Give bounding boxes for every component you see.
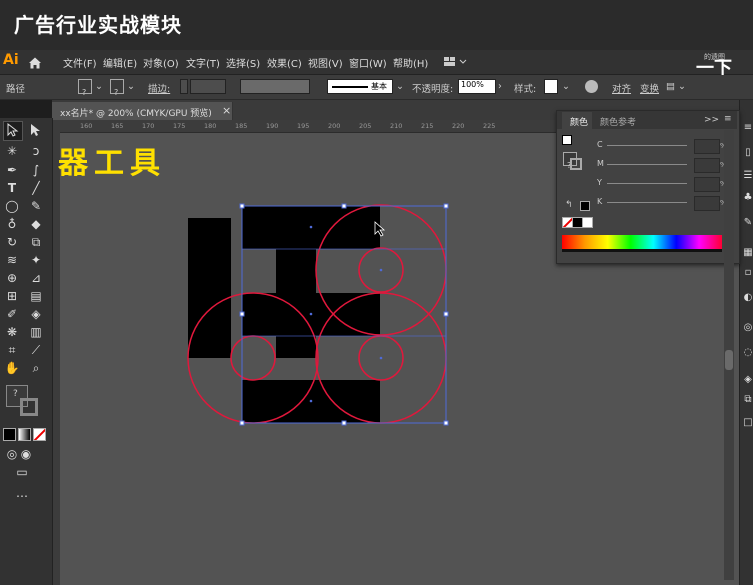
direct-selection-tool-icon[interactable] (28, 123, 42, 137)
color-guide-panel-icon[interactable]: ◎ (740, 320, 753, 336)
brushes-panel-icon[interactable]: ✎ (740, 215, 753, 231)
links-panel-icon[interactable]: □ (740, 415, 753, 431)
symbol-sprayer-icon[interactable]: ❋ (4, 324, 20, 340)
shape-builder-icon[interactable]: ⊕ (4, 270, 20, 286)
overlay-caption: 器工具 (58, 146, 166, 181)
channel-input-c[interactable] (694, 139, 720, 154)
symbols-panel-icon[interactable]: ♣ (740, 190, 753, 206)
column-graph-icon[interactable]: ▥ (28, 324, 44, 340)
ellipse-tool-icon[interactable]: ◯ (4, 198, 20, 214)
panel-options-icon[interactable]: ≡ (724, 114, 732, 124)
channel-slider-y[interactable] (607, 183, 687, 184)
white-quick-swatch[interactable] (582, 217, 593, 228)
hand-tool-icon[interactable]: ✋ (4, 360, 20, 376)
color-mode-icon[interactable] (3, 428, 16, 441)
properties-panel-icon[interactable]: ▯ (740, 145, 753, 161)
guide-circle[interactable] (230, 335, 276, 381)
slice-tool-icon[interactable]: ⟋ (28, 342, 44, 358)
magic-wand-icon[interactable]: ✳ (4, 143, 20, 159)
stroke-color-icon[interactable] (20, 398, 38, 416)
line-tool-icon[interactable]: ╱ (28, 180, 44, 196)
eyedropper-icon[interactable]: ✐ (4, 306, 20, 322)
libraries-panel-icon[interactable]: ☰ (740, 168, 753, 184)
transparency-panel-icon[interactable]: ◌ (740, 345, 753, 361)
scrollbar-thumb[interactable] (725, 350, 733, 370)
curvature-tool-icon[interactable]: ∫ (28, 162, 44, 178)
eraser-icon[interactable]: ◆ (28, 216, 44, 232)
channel-input-y[interactable] (694, 177, 720, 192)
selection-tool-icon[interactable] (5, 123, 19, 137)
edit-toolbar-icon[interactable]: ⋯ (14, 488, 30, 504)
scale-tool-icon[interactable]: ⧉ (28, 234, 44, 250)
channel-label-k: K (597, 197, 603, 206)
width-tool-icon[interactable]: ≋ (4, 252, 20, 268)
channel-label-m: M (597, 159, 604, 168)
pen-tool-icon[interactable]: ✒ (4, 162, 20, 178)
connector-shape[interactable] (276, 249, 316, 293)
lasso-icon[interactable]: ↄ (28, 143, 44, 159)
channel-label-y: Y (597, 178, 602, 187)
color-spectrum[interactable] (562, 235, 722, 249)
puppet-warp-icon[interactable]: ✦ (28, 252, 44, 268)
gradient-mode-icon[interactable] (18, 428, 31, 441)
none-mode-icon[interactable] (33, 428, 46, 441)
appearance-panel-icon[interactable]: ◐ (740, 290, 753, 306)
screen-mode-icon[interactable]: ▭ (14, 464, 30, 480)
panel-fill-swatch[interactable] (562, 135, 572, 145)
panel-collapse-icon[interactable]: >> (704, 115, 719, 125)
mesh-tool-icon[interactable]: ⊞ (4, 288, 20, 304)
type-tool-icon[interactable]: T (4, 180, 20, 196)
draw-behind-icon[interactable]: ◉ (18, 446, 34, 462)
artwork[interactable] (0, 0, 753, 585)
channel-slider-m[interactable] (607, 164, 687, 165)
color-spectrum-shade[interactable] (562, 249, 722, 252)
out-of-gamut-icon[interactable]: ↰ (565, 200, 573, 210)
channel-input-k[interactable] (694, 196, 720, 211)
channel-label-c: C (597, 140, 603, 149)
vertical-bar-shape[interactable] (188, 218, 231, 358)
align-panel-icon[interactable]: ▫ (740, 265, 753, 281)
shaper-tool-icon[interactable]: ♁ (4, 216, 20, 232)
color-tab-label: 颜色 (570, 118, 589, 128)
perspective-grid-icon[interactable]: ⊿ (28, 270, 44, 286)
zoom-tool-icon[interactable]: ⌕ (28, 360, 44, 376)
channel-input-m[interactable] (694, 158, 720, 173)
connector-shape[interactable] (276, 336, 316, 358)
panel-stroke-swatch[interactable] (570, 158, 582, 170)
artboards-panel-icon[interactable]: ⧉ (740, 392, 753, 408)
channel-slider-c[interactable] (607, 145, 687, 146)
layers-panel-icon[interactable]: ◈ (740, 372, 753, 388)
blend-tool-icon[interactable]: ◈ (28, 306, 44, 322)
color-guide-tab[interactable]: 颜色参考 (600, 115, 636, 128)
swatches-panel-icon[interactable]: ▦ (740, 245, 753, 261)
panel-menu-icon[interactable]: ≡ (740, 120, 753, 136)
gradient-tool-icon[interactable]: ▤ (28, 288, 44, 304)
channel-slider-k[interactable] (607, 202, 687, 203)
rotate-tool-icon[interactable]: ↻ (4, 234, 20, 250)
paintbrush-icon[interactable]: ✎ (28, 198, 44, 214)
black-swatch[interactable] (580, 201, 590, 211)
artboard-tool-icon[interactable]: ⌗ (4, 342, 20, 358)
